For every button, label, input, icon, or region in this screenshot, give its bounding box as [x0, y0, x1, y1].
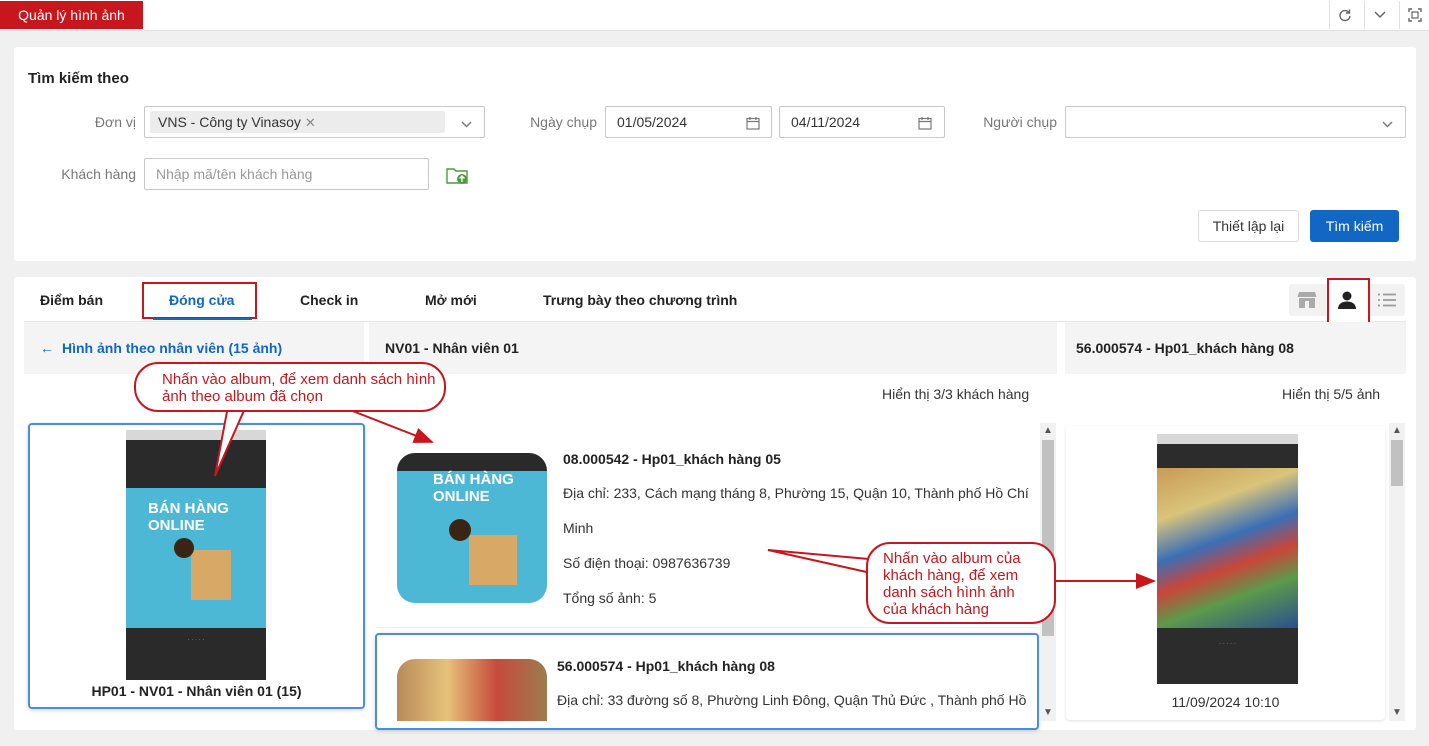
- callout-album: Nhấn vào album, để xem danh sách hình ản…: [134, 362, 446, 412]
- callout-customer: Nhấn vào album của khách hàng, để xem da…: [866, 542, 1056, 624]
